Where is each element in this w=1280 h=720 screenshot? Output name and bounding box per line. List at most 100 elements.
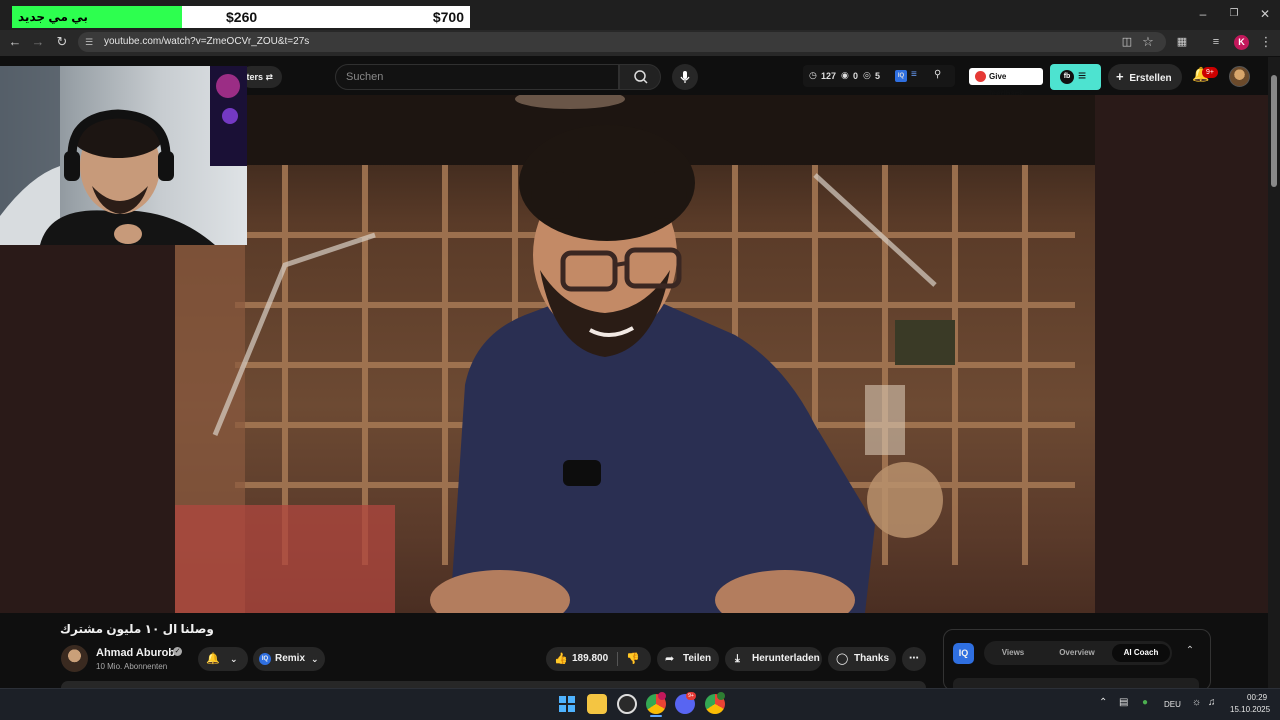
thumbs-up-icon: 👍 [554,653,568,665]
like-count: 189.800 [572,653,609,664]
share-icon: ➦ [665,653,675,665]
webcam-image [0,66,247,245]
create-button[interactable]: + Erstellen [1108,64,1182,90]
thumbs-down-icon: 👎 [626,653,640,665]
trophy-icon[interactable]: ⚲ [934,69,941,80]
back-icon[interactable]: ← [6,32,24,52]
description-box-edge[interactable] [61,681,926,688]
search-button[interactable] [619,64,661,90]
extension-stats-bar[interactable]: ◷ 127 ◉ 0 ◎ 5 IQ ≡ ⚲ [803,65,955,87]
download-button[interactable]: ⤓ Herunterladen [725,647,822,671]
close-window-button[interactable]: ✕ [1255,7,1275,21]
sliders-icon: ⇄ [265,72,274,82]
stat-time: 127 [821,71,837,81]
panel-content-edge [953,678,1199,688]
video-frame-image [175,95,1095,613]
remix-label: Remix [275,653,306,664]
tab-overview[interactable]: Overview [1048,644,1106,662]
donation-goal-amounts: $260 $700 [182,6,470,28]
tab-ai-coach[interactable]: AI Coach [1112,644,1170,662]
download-label: Herunterladen [752,653,820,664]
thanks-label: Thanks [854,653,890,664]
chrome-profile-badge [658,692,666,700]
profile-avatar[interactable]: K [1234,35,1249,50]
reload-icon[interactable]: ↻ [53,32,71,52]
more-actions-button[interactable]: ⋯ [902,647,926,671]
clock-date[interactable]: 15.10.2025 [1230,705,1270,714]
browser-menu-icon[interactable]: ⋮ [1257,32,1275,52]
forward-icon[interactable]: → [29,32,47,52]
obs-icon[interactable] [617,694,637,714]
chrome-second-badge [717,692,725,700]
create-label: Erstellen [1129,73,1172,84]
wifi-icon[interactable]: ☼ [1192,697,1201,708]
like-button[interactable]: 👍 189.800 [550,647,616,671]
stat-eye: 5 [875,71,881,81]
cast-icon[interactable]: ◫ [1118,32,1136,52]
tab-views[interactable]: Views [990,644,1036,662]
keyboard-language[interactable]: DEU [1164,700,1181,709]
microphone-icon [680,71,690,83]
extensions-icon[interactable]: ▦ [1173,32,1191,52]
chevron-down-icon: ⌄ [311,654,319,664]
share-button[interactable]: ➦ Teilen [657,647,719,671]
remix-button[interactable]: IQ Remix ⌄ [253,647,325,671]
donation-current-amount: $260 [226,9,258,25]
feedback-logo-icon [975,71,986,82]
iq-badge[interactable]: IQ [895,70,907,82]
share-label: Teilen [683,653,712,664]
account-avatar[interactable] [1229,66,1250,87]
tray-app-icon[interactable]: ▤ [1119,697,1128,708]
list-icon[interactable]: ≡ [911,69,917,80]
channel-avatar[interactable] [61,645,88,672]
hamburger-icon: ≡ [1078,67,1087,83]
channel-name[interactable]: Ahmad Aburob [96,647,175,659]
chevron-down-icon: ⌄ [230,654,238,664]
iq-panel-logo[interactable]: IQ [953,643,974,664]
collapse-chevron-icon[interactable]: ⌃ [1183,645,1197,659]
notifications-badge: 9+ [1202,67,1218,78]
subscriber-count: 10 Mio. Abonnenten [96,662,168,671]
voice-search-button[interactable] [672,64,698,90]
clock-time[interactable]: 00:29 [1247,693,1267,702]
eye-icon: ◉ [841,70,849,80]
site-info-icon[interactable]: ☰ [85,36,97,48]
fb-logo: fb [1060,70,1074,84]
give-feedback-button[interactable]: Give feedback [969,68,1043,98]
donation-target-amount: $700 [432,9,464,25]
bookmark-star-icon[interactable]: ☆ [1139,32,1157,52]
tray-overflow-icon[interactable]: ⌃ [1099,697,1107,708]
streamer-webcam-overlay [0,66,247,245]
restore-button[interactable]: ❐ [1224,7,1244,21]
minimize-button[interactable]: – [1193,7,1213,21]
dislike-button[interactable]: 👎 [622,647,648,671]
more-icon: ⋯ [909,653,919,664]
download-icon: ⤓ [735,653,740,665]
iq-remix-icon: IQ [259,653,271,665]
windows-start-icon[interactable] [558,695,576,713]
search-input[interactable]: Suchen [335,64,619,90]
bell-icon: 🔔 [206,653,220,665]
plus-icon: + [1116,69,1124,84]
scrollbar-thumb[interactable] [1271,75,1277,187]
subscribed-bell-button[interactable]: 🔔 ⌄ [198,647,248,671]
video-player[interactable] [175,95,1095,613]
thanks-icon: ◯ [836,653,849,665]
reading-list-icon[interactable]: ≡ [1207,32,1225,52]
tray-mic-icon[interactable]: ● [1142,697,1148,708]
file-explorer-icon[interactable] [587,694,607,714]
like-divider [617,652,618,666]
search-icon [634,70,648,84]
video-title: وصلنا ال ١٠ مليون مشترك [60,622,214,636]
active-app-indicator [650,715,662,717]
fb-extension-button[interactable]: fb ≡ [1050,64,1101,90]
windows-taskbar [0,688,1280,720]
clock-icon: ◷ [809,70,817,80]
thanks-button[interactable]: ◯ Thanks [828,647,896,671]
stat-views: 0 [853,71,859,81]
eye-outline-icon: ◎ [863,70,871,80]
url-text[interactable]: youtube.com/watch?v=ZmeOCVr_ZOU&t=27s [104,35,309,49]
discord-badge: 9+ [686,692,696,700]
volume-icon[interactable]: ♫ [1208,697,1216,708]
verified-icon: ✓ [173,647,182,656]
